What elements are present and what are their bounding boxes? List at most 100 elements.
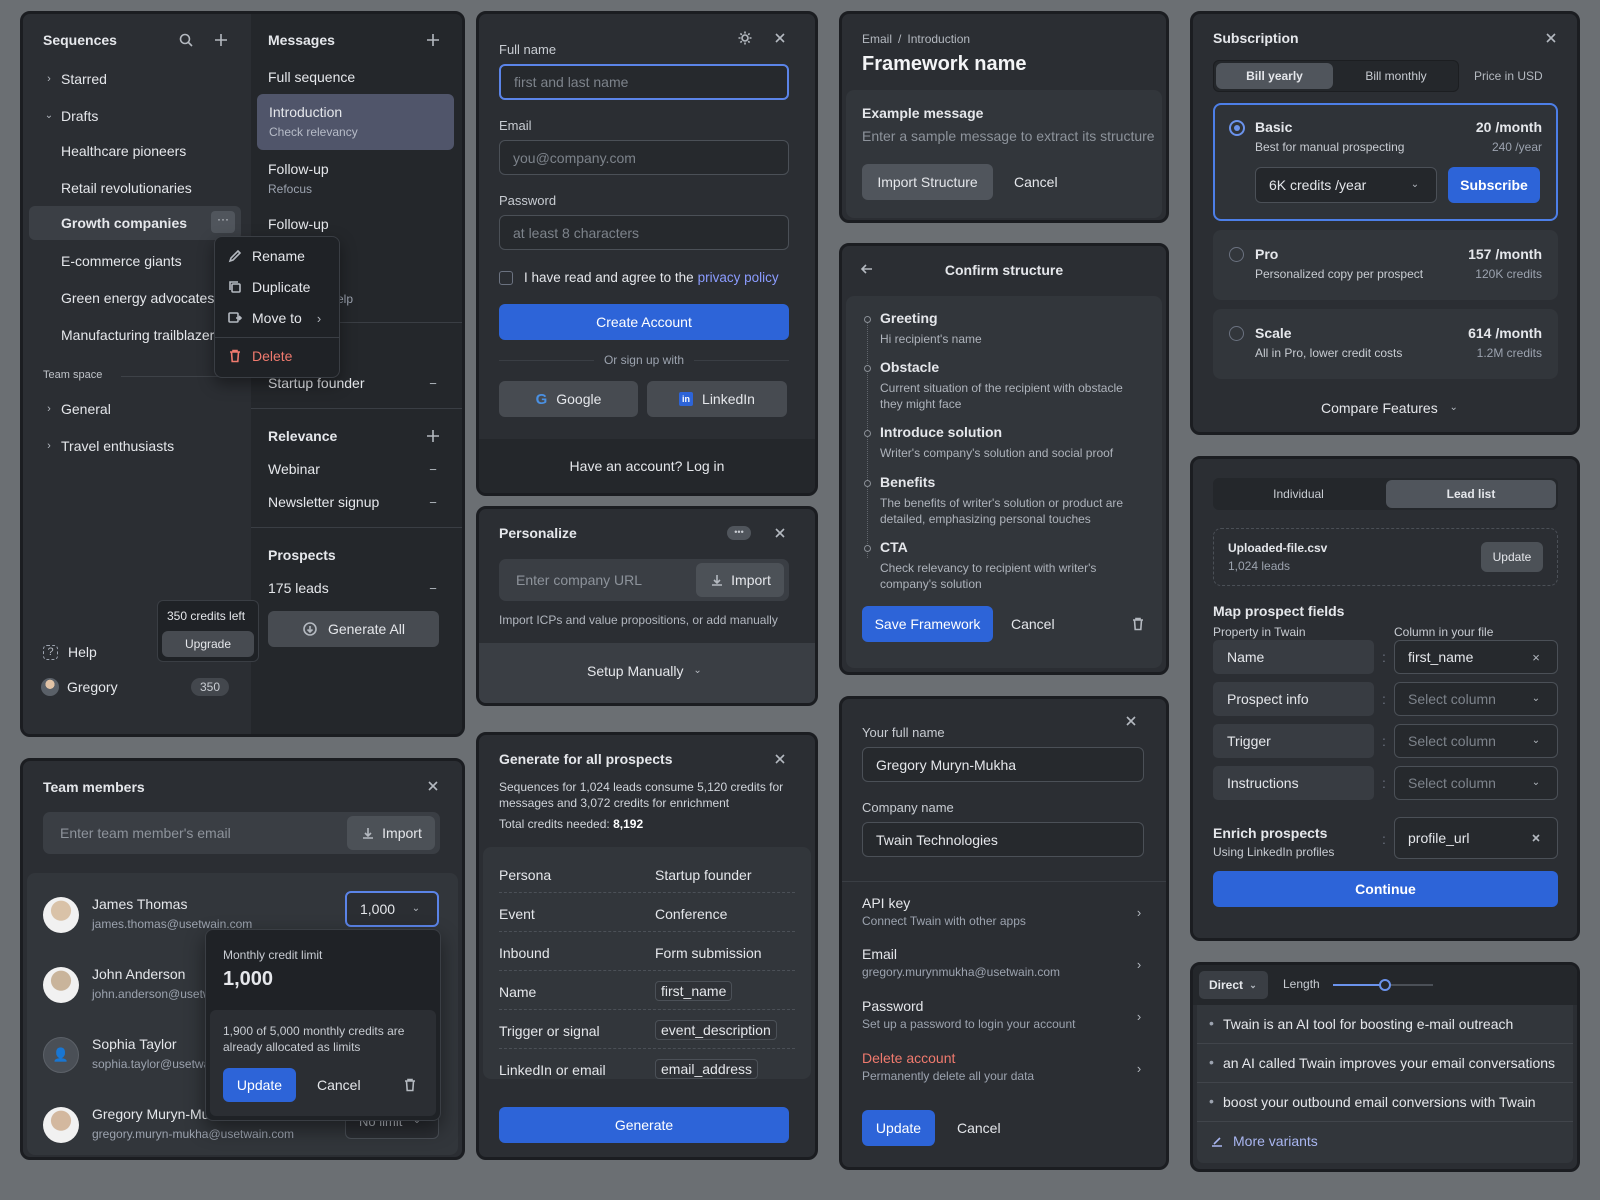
- step-title[interactable]: Greeting: [880, 310, 938, 326]
- plan-scale[interactable]: Scale All in Pro, lower credit costs 614…: [1213, 309, 1558, 379]
- sidebar-item-starred[interactable]: › Starred: [41, 69, 107, 89]
- full-name-input[interactable]: first and last name: [499, 64, 789, 100]
- close-icon[interactable]: [772, 525, 788, 541]
- remove-icon[interactable]: −: [425, 580, 441, 596]
- plan-pro[interactable]: Pro Personalized copy per prospect 157 /…: [1213, 230, 1558, 300]
- continue-button[interactable]: Continue: [1213, 871, 1558, 907]
- search-icon[interactable]: [178, 32, 194, 48]
- sidebar-item-ecommerce[interactable]: E-commerce giants: [61, 253, 182, 269]
- setup-manually-button[interactable]: Setup Manually ⌄: [587, 663, 706, 679]
- cancel-button[interactable]: Cancel: [317, 1077, 361, 1093]
- enrich-column-select[interactable]: profile_url: [1394, 817, 1558, 859]
- more-variants-button[interactable]: More variants: [1209, 1133, 1318, 1149]
- cancel-button[interactable]: Cancel: [957, 1120, 1001, 1136]
- sidebar-item-growth[interactable]: Growth companies ···: [29, 206, 241, 240]
- sidebar-item-healthcare[interactable]: Healthcare pioneers: [61, 143, 186, 159]
- login-link[interactable]: Have an account? Log in: [479, 458, 815, 474]
- user-row[interactable]: Gregory 350: [41, 678, 229, 696]
- param-value[interactable]: email_address: [655, 1059, 759, 1079]
- more-options-icon[interactable]: ···: [211, 211, 235, 233]
- add-message-icon[interactable]: [425, 32, 441, 48]
- bill-yearly-tab[interactable]: Bill yearly: [1216, 63, 1333, 89]
- slider-thumb[interactable]: [1379, 979, 1391, 991]
- sidebar-item-manufacturing[interactable]: Manufacturing trailblazers: [61, 327, 221, 343]
- tab-lead-list[interactable]: Lead list: [1386, 480, 1556, 508]
- remove-icon[interactable]: −: [425, 375, 441, 391]
- company-input[interactable]: Twain Technologies: [862, 822, 1144, 857]
- framework-name-title[interactable]: Framework name: [862, 53, 1027, 76]
- full-sequence-link[interactable]: Full sequence: [268, 69, 355, 85]
- update-button[interactable]: Update: [862, 1110, 935, 1146]
- import-button[interactable]: Import: [696, 563, 784, 597]
- column-select[interactable]: Select column ⌄: [1394, 766, 1558, 800]
- profile-link-row[interactable]: Password Set up a password to login your …: [842, 986, 1166, 1038]
- credit-limit-select[interactable]: 1,000 ⌄: [345, 891, 439, 927]
- menu-item-duplicate[interactable]: Duplicate: [227, 279, 310, 295]
- close-icon[interactable]: [1543, 30, 1559, 46]
- variant-item[interactable]: • Twain is an AI tool for boosting e-mail…: [1197, 1005, 1573, 1044]
- message-item-introduction[interactable]: Introduction Check relevancy: [257, 94, 454, 150]
- email-input[interactable]: you@company.com: [499, 140, 789, 175]
- add-sequence-icon[interactable]: [213, 32, 229, 48]
- plan-basic[interactable]: Basic Best for manual prospecting 20 /mo…: [1213, 103, 1558, 221]
- privacy-link[interactable]: privacy policy: [698, 270, 779, 285]
- agree-checkbox[interactable]: [499, 270, 513, 285]
- remove-icon[interactable]: −: [425, 494, 441, 510]
- close-icon[interactable]: [772, 751, 788, 767]
- sidebar-item-retail[interactable]: Retail revolutionaries: [61, 180, 192, 196]
- sidebar-item-travel[interactable]: › Travel enthusiasts: [41, 438, 174, 454]
- clear-icon[interactable]: ×: [1528, 649, 1544, 665]
- subscribe-button[interactable]: Subscribe: [1448, 167, 1540, 203]
- menu-item-move-to[interactable]: Move to ›: [227, 310, 327, 326]
- step-title[interactable]: Introduce solution: [880, 424, 1002, 440]
- menu-item-delete[interactable]: Delete: [227, 348, 292, 364]
- relevance-item-newsletter[interactable]: Newsletter signup: [268, 494, 379, 510]
- generate-all-button[interactable]: Generate All: [268, 611, 439, 647]
- bill-monthly-tab[interactable]: Bill monthly: [1336, 63, 1456, 89]
- update-file-button[interactable]: Update: [1481, 542, 1543, 572]
- sun-icon[interactable]: [737, 30, 753, 46]
- member-email-input[interactable]: Enter team member's email: [60, 825, 231, 841]
- google-button[interactable]: G Google: [499, 381, 638, 417]
- relevance-item-webinar[interactable]: Webinar: [268, 461, 320, 477]
- cancel-button[interactable]: Cancel: [1011, 616, 1055, 632]
- length-slider[interactable]: [1333, 979, 1433, 991]
- clear-icon[interactable]: [1528, 830, 1544, 846]
- close-icon[interactable]: [1123, 713, 1139, 729]
- param-value[interactable]: Form submission: [655, 945, 762, 961]
- tab-individual[interactable]: Individual: [1215, 480, 1382, 508]
- close-icon[interactable]: [425, 778, 441, 794]
- credits-select[interactable]: 6K credits /year ⌄: [1255, 167, 1437, 203]
- cancel-button[interactable]: Cancel: [1014, 174, 1058, 190]
- trash-icon[interactable]: [402, 1077, 418, 1093]
- full-name-input[interactable]: Gregory Muryn-Mukha: [862, 747, 1144, 782]
- param-value[interactable]: first_name: [655, 981, 733, 1001]
- variant-item[interactable]: • an AI called Twain improves your email …: [1197, 1044, 1573, 1083]
- upgrade-button[interactable]: Upgrade: [162, 631, 254, 657]
- message-item-followup[interactable]: Follow-up Refocus: [268, 161, 329, 196]
- param-value[interactable]: event_description: [655, 1020, 777, 1040]
- password-input[interactable]: at least 8 characters: [499, 215, 789, 250]
- import-structure-button[interactable]: Import Structure: [862, 164, 993, 200]
- trash-icon[interactable]: [1130, 616, 1146, 632]
- sidebar-item-general[interactable]: › General: [41, 401, 111, 417]
- sidebar-item-drafts[interactable]: ⌄ Drafts: [41, 106, 99, 126]
- sidebar-item-green-energy[interactable]: Green energy advocates: [61, 290, 214, 306]
- example-message-input[interactable]: Enter a sample message to extract its st…: [862, 128, 1155, 144]
- profile-link-row[interactable]: API key Connect Twain with other apps ›: [842, 882, 1166, 934]
- param-value[interactable]: Conference: [655, 906, 727, 922]
- update-limit-button[interactable]: Update: [223, 1068, 296, 1102]
- add-relevance-icon[interactable]: [425, 428, 441, 444]
- step-title[interactable]: CTA: [880, 539, 908, 555]
- message-item-followup-2[interactable]: Follow-up: [268, 216, 329, 232]
- menu-item-rename[interactable]: Rename: [227, 248, 305, 264]
- company-url-input[interactable]: Enter company URL: [516, 572, 642, 588]
- more-options-icon[interactable]: •••: [727, 526, 751, 540]
- generate-button[interactable]: Generate: [499, 1107, 789, 1143]
- mode-select[interactable]: Direct ⌄: [1199, 971, 1269, 999]
- column-select[interactable]: first_name ×: [1394, 640, 1558, 674]
- compare-features-button[interactable]: Compare Features ⌄: [1321, 400, 1462, 416]
- help-link[interactable]: ? Help: [43, 644, 97, 660]
- param-value[interactable]: Startup founder: [655, 867, 752, 883]
- popover-value[interactable]: 1,000: [223, 968, 273, 991]
